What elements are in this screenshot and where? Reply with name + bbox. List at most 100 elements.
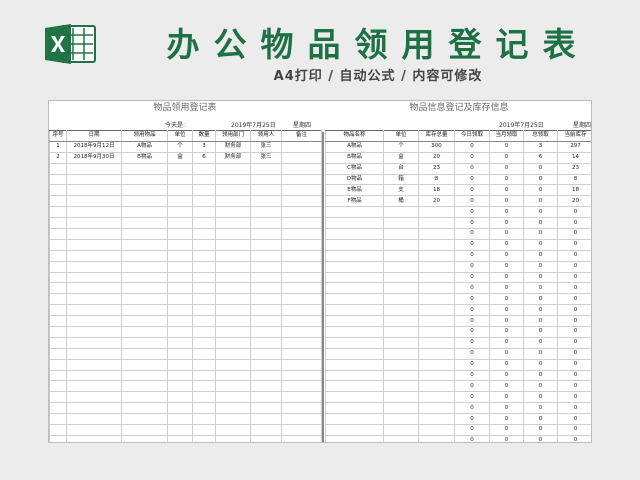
usage-table-cell[interactable] <box>121 260 168 273</box>
inventory-table-cell[interactable]: 0 <box>557 282 591 295</box>
inventory-table-cell[interactable] <box>418 293 455 306</box>
inventory-table-cell[interactable]: 0 <box>557 402 591 415</box>
inventory-table-cell[interactable] <box>418 434 455 442</box>
inventory-table-cell[interactable]: 0 <box>523 326 558 338</box>
inventory-table-cell[interactable]: 0 <box>523 271 558 284</box>
inventory-table-cell[interactable] <box>383 380 419 393</box>
inventory-table-cell[interactable] <box>418 402 455 415</box>
usage-table-cell[interactable] <box>66 249 122 262</box>
inventory-table-cell[interactable]: 0 <box>489 293 524 306</box>
usage-table-cell[interactable] <box>167 380 193 393</box>
inventory-table-cell[interactable]: 0 <box>523 304 558 317</box>
usage-table-cell[interactable] <box>250 391 282 404</box>
usage-table-cell[interactable] <box>66 184 122 197</box>
inventory-table-cell[interactable]: 0 <box>454 293 490 306</box>
usage-table-cell[interactable]: 3 <box>192 140 216 153</box>
inventory-table-cell[interactable] <box>325 380 384 393</box>
usage-table-cell[interactable] <box>49 380 67 393</box>
usage-table-cell[interactable] <box>281 217 322 230</box>
usage-table-cell[interactable] <box>49 358 67 371</box>
usage-table-cell[interactable] <box>192 162 216 175</box>
inventory-table-cell[interactable] <box>325 413 384 426</box>
usage-table-cell[interactable] <box>250 260 282 273</box>
usage-table-cell[interactable] <box>49 238 67 251</box>
inventory-table-cell[interactable]: 0 <box>489 260 524 273</box>
usage-table-cell[interactable] <box>250 173 282 186</box>
usage-table-cell[interactable] <box>167 217 193 230</box>
inventory-table-cell[interactable]: 桶 <box>383 195 419 208</box>
usage-table-cell[interactable]: 张三 <box>250 140 282 153</box>
usage-table-cell[interactable] <box>250 162 282 175</box>
usage-table-cell[interactable] <box>250 293 282 306</box>
usage-table-cell[interactable] <box>215 260 251 273</box>
usage-table-cell[interactable] <box>167 282 193 295</box>
usage-table-cell[interactable] <box>281 434 322 442</box>
usage-table-cell[interactable] <box>250 326 282 338</box>
inventory-table-cell[interactable]: 18 <box>418 184 455 197</box>
inventory-table-cell[interactable]: 0 <box>454 315 490 328</box>
usage-table-cell[interactable] <box>192 271 216 284</box>
usage-table-cell[interactable]: 2018年9月30日 <box>66 151 122 164</box>
usage-table-cell[interactable] <box>281 402 322 415</box>
inventory-table-cell[interactable]: 0 <box>489 282 524 295</box>
usage-table-cell[interactable] <box>250 434 282 442</box>
inventory-table-cell[interactable] <box>383 293 419 306</box>
inventory-table-cell[interactable]: 0 <box>523 358 558 371</box>
inventory-table-cell[interactable]: 0 <box>489 271 524 284</box>
inventory-table-cell[interactable]: 0 <box>454 162 490 175</box>
inventory-table-cell[interactable] <box>418 238 455 251</box>
usage-table-cell[interactable] <box>49 391 67 404</box>
usage-table-cell[interactable] <box>192 249 216 262</box>
inventory-table-cell[interactable] <box>383 315 419 328</box>
inventory-table-cell[interactable]: 0 <box>489 249 524 262</box>
usage-table-cell[interactable] <box>167 195 193 208</box>
inventory-table-cell[interactable] <box>325 434 384 442</box>
usage-table-cell[interactable] <box>121 271 168 284</box>
inventory-table-cell[interactable]: 0 <box>454 369 490 382</box>
inventory-table-cell[interactable]: 0 <box>523 315 558 328</box>
inventory-table-cell[interactable]: 0 <box>489 413 524 426</box>
usage-table-cell[interactable] <box>250 206 282 219</box>
inventory-table-cell[interactable]: 0 <box>523 206 558 219</box>
usage-table-cell[interactable] <box>66 315 122 328</box>
inventory-table-cell[interactable] <box>418 391 455 404</box>
inventory-table-cell[interactable] <box>325 228 384 240</box>
inventory-table-cell[interactable] <box>325 271 384 284</box>
inventory-table-cell[interactable] <box>383 271 419 284</box>
usage-table-cell[interactable] <box>250 304 282 317</box>
usage-table-cell[interactable] <box>49 217 67 230</box>
usage-table-cell[interactable] <box>66 162 122 175</box>
usage-table-cell[interactable] <box>215 217 251 230</box>
inventory-table-cell[interactable]: 0 <box>454 271 490 284</box>
inventory-table-cell[interactable]: 0 <box>454 151 490 164</box>
inventory-table-cell[interactable]: 14 <box>557 151 591 164</box>
usage-table-cell[interactable] <box>49 282 67 295</box>
usage-table-cell[interactable]: 张三 <box>250 151 282 164</box>
usage-table-cell[interactable] <box>215 249 251 262</box>
usage-table-cell[interactable] <box>49 173 67 186</box>
inventory-table-cell[interactable] <box>325 347 384 360</box>
inventory-table-cell[interactable]: 0 <box>523 424 558 436</box>
inventory-table-cell[interactable] <box>383 206 419 219</box>
usage-table-cell[interactable] <box>215 380 251 393</box>
usage-table-cell[interactable] <box>281 271 322 284</box>
inventory-table-cell[interactable] <box>418 249 455 262</box>
inventory-table-cell[interactable] <box>325 369 384 382</box>
usage-table-cell[interactable] <box>192 336 216 349</box>
inventory-table-cell[interactable]: 0 <box>523 228 558 240</box>
usage-table-cell[interactable] <box>250 249 282 262</box>
usage-table-cell[interactable] <box>215 293 251 306</box>
inventory-table-cell[interactable]: 0 <box>489 358 524 371</box>
inventory-table-cell[interactable]: 0 <box>557 304 591 317</box>
usage-table-cell[interactable] <box>167 271 193 284</box>
inventory-table-cell[interactable]: 0 <box>454 434 490 442</box>
usage-table-cell[interactable] <box>66 358 122 371</box>
inventory-table-cell[interactable] <box>383 249 419 262</box>
usage-table-cell[interactable] <box>250 195 282 208</box>
usage-table-cell[interactable]: 2 <box>49 151 67 164</box>
inventory-table-cell[interactable] <box>383 260 419 273</box>
inventory-table-cell[interactable]: 0 <box>489 391 524 404</box>
usage-table-cell[interactable] <box>49 206 67 219</box>
inventory-table-cell[interactable] <box>383 369 419 382</box>
usage-table-cell[interactable] <box>192 391 216 404</box>
